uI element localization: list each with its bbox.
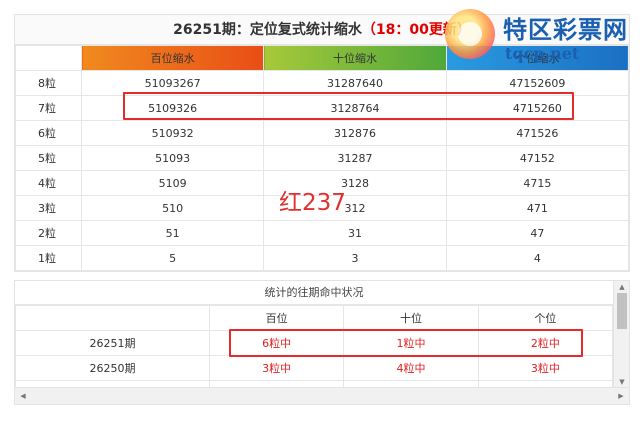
logo-title: 特区彩票网 xyxy=(503,16,628,44)
cell-bai: 510932 xyxy=(80,120,265,146)
cell-ge: 471526 xyxy=(445,120,630,146)
scroll-right-icon[interactable]: ▶ xyxy=(616,391,626,401)
vertical-scrollbar[interactable]: ▲ ▼ xyxy=(613,281,629,388)
history-header-ge: 个位 xyxy=(477,305,614,331)
history-ge: 3粒中 xyxy=(477,355,614,381)
history-shi: 4粒中 xyxy=(343,355,479,381)
site-logo[interactable]: 特区彩票网 tqcp.net xyxy=(445,6,641,64)
cell-shi: 312876 xyxy=(263,120,447,146)
history-title: 统计的往期命中状况 xyxy=(15,281,613,305)
scroll-down-icon[interactable]: ▼ xyxy=(617,377,627,387)
row-label: 2粒 xyxy=(15,220,82,246)
row-label: 8粒 xyxy=(15,70,82,96)
table-row: 2粒 51 31 47 xyxy=(15,220,630,246)
history-header-bai: 百位 xyxy=(208,305,345,331)
highlight-box-history-row xyxy=(229,329,583,357)
cell-bai: 5109 xyxy=(80,170,265,196)
cell-ge: 4 xyxy=(445,245,630,271)
title-period: 26251期：定位复式统计缩水 xyxy=(173,22,362,38)
cell-bai: 510 xyxy=(80,195,265,221)
header-shi: 十位缩水 xyxy=(263,45,447,71)
cell-shi: 31287 xyxy=(263,145,447,171)
table-row: 1粒 5 3 4 xyxy=(15,245,630,271)
row-label: 7粒 xyxy=(15,95,82,121)
header-blank xyxy=(15,45,82,71)
history-header: 百位 十位 个位 xyxy=(15,305,614,331)
cell-bai: 51093 xyxy=(80,145,265,171)
row-label: 5粒 xyxy=(15,145,82,171)
history-header-shi: 十位 xyxy=(343,305,479,331)
cell-shi: 31 xyxy=(263,220,447,246)
horizontal-scrollbar[interactable]: ◀ ▶ xyxy=(15,387,629,404)
overlay-annotation: 红237 xyxy=(279,190,346,216)
row-label: 1粒 xyxy=(15,245,82,271)
row-label: 6粒 xyxy=(15,120,82,146)
shrink-table: 百位缩水 十位缩水 个位缩水 8粒 51093267 31287640 4715260… xyxy=(15,45,630,271)
scroll-up-icon[interactable]: ▲ xyxy=(617,282,627,292)
cell-ge: 4715 xyxy=(445,170,630,196)
cell-ge: 47152 xyxy=(445,145,630,171)
scroll-left-icon[interactable]: ◀ xyxy=(18,391,28,401)
cell-ge: 471 xyxy=(445,195,630,221)
table-row: 5粒 51093 31287 47152 xyxy=(15,145,630,171)
row-label: 4粒 xyxy=(15,170,82,196)
cell-bai: 51 xyxy=(80,220,265,246)
table-row: 6粒 510932 312876 471526 xyxy=(15,120,630,146)
logo-emblem-icon xyxy=(445,9,495,59)
cell-bai: 5 xyxy=(80,245,265,271)
cell-shi: 3 xyxy=(263,245,447,271)
history-row: 26250期 3粒中 4粒中 3粒中 xyxy=(15,355,614,381)
cell-ge: 47 xyxy=(445,220,630,246)
history-period: 26250期 xyxy=(15,355,210,381)
highlight-box-7-row xyxy=(123,92,574,120)
header-bai: 百位缩水 xyxy=(80,45,265,71)
scroll-thumb[interactable] xyxy=(617,293,627,329)
logo-url: tqcp.net xyxy=(505,44,580,63)
history-header-blank xyxy=(15,305,210,331)
history-period: 26251期 xyxy=(15,330,210,356)
history-bai: 3粒中 xyxy=(208,355,345,381)
row-label: 3粒 xyxy=(15,195,82,221)
